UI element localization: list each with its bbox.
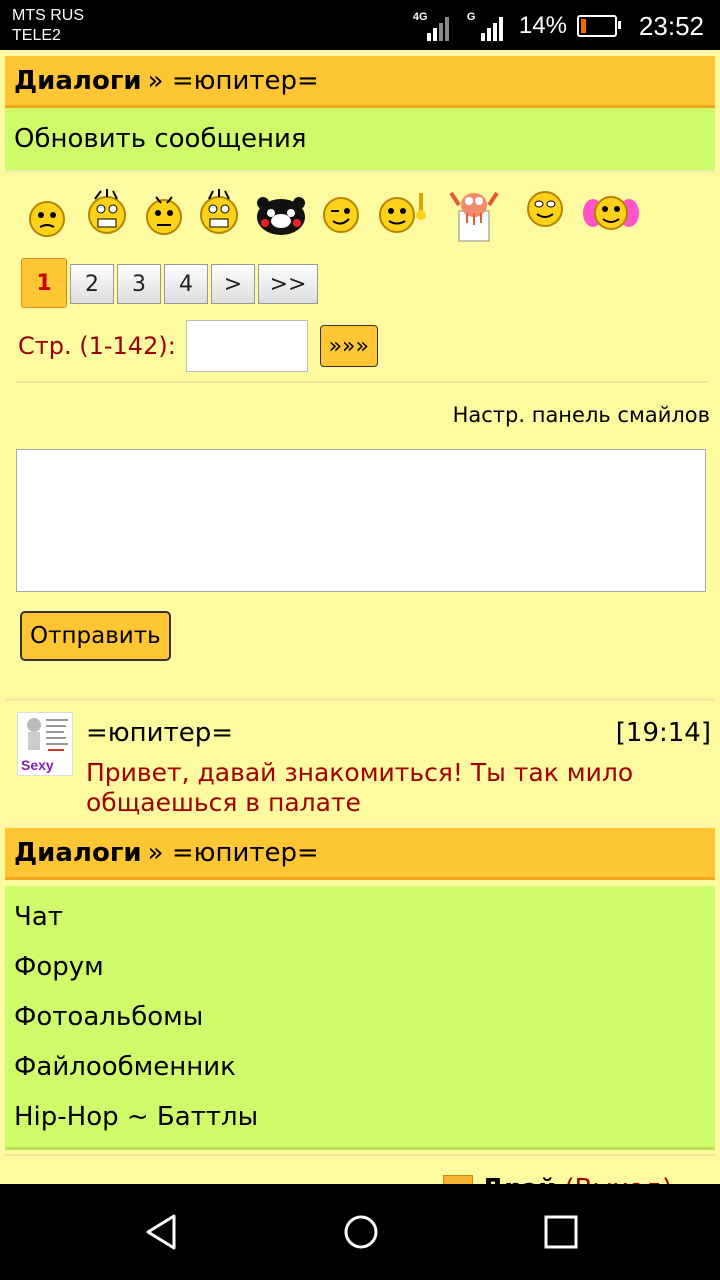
recents-icon[interactable] [541,1212,581,1252]
carrier-1: MTS RUS [12,7,84,24]
page-button-2[interactable]: 2 [70,264,114,304]
header-current: » =юпитер= [147,837,319,868]
smile-teeth-icon[interactable] [197,187,241,237]
battery-percent: 14% [518,12,567,39]
logout-link[interactable]: (Выход) [564,1174,672,1184]
message-time: [19:14] [615,718,711,748]
battery-icon [576,15,621,37]
smile-happy-icon[interactable] [525,189,565,229]
message-item: Sexy =юпитер= [19:14] Привет, давай знак… [5,702,715,822]
smile-pink-bow-icon[interactable] [583,193,639,233]
carrier-info: MTS RUS TELE2 [12,6,84,46]
page-content: Диалоги » =юпитер= Обновить сообщения 1 … [5,50,715,1184]
send-button[interactable]: Отправить [20,611,171,661]
smile-kumamon-icon[interactable] [253,195,309,239]
smile-zoidberg-icon[interactable] [445,185,503,243]
page-jump: Стр. (1-142): »»» [18,320,378,372]
pagination: 1 2 3 4 > >> [21,258,318,308]
page-button-4[interactable]: 4 [164,264,208,304]
page-jump-go-button[interactable]: »»» [319,325,378,367]
nav-item-forum[interactable]: Форум [5,942,715,992]
smile-confused-icon[interactable] [27,199,67,239]
footer: Дрэй (Выход) [5,1154,715,1184]
message-text: Привет, давай знакомиться! Ты так мило о… [86,758,634,817]
page-jump-label: Стр. (1-142): [18,332,176,360]
divider [16,381,708,383]
smiles-bar [5,173,715,251]
carrier-2: TELE2 [12,27,61,44]
refresh-messages-link[interactable]: Обновить сообщения [5,108,715,173]
home-icon[interactable] [341,1212,381,1252]
back-icon[interactable] [142,1212,182,1252]
nav-item-chat[interactable]: Чат [5,892,715,942]
page-next-button[interactable]: > [211,264,255,304]
user-icon [443,1175,473,1184]
nav-item-fileshare[interactable]: Файлообменник [5,1042,715,1092]
page-jump-input[interactable] [185,320,308,372]
page-button-3[interactable]: 3 [117,264,161,304]
smile-idea-icon[interactable] [377,189,433,237]
header-link-dialogs[interactable]: Диалоги [14,66,142,96]
divider [5,698,715,701]
nav-item-photoalbums[interactable]: Фотоальбомы [5,992,715,1042]
smile-angry-icon[interactable] [143,191,185,237]
status-bar: MTS RUS TELE2 4G G 14% 23:52 [0,0,720,50]
header-current: » =юпитер= [147,65,319,96]
signal-g-icon: G [465,11,509,41]
message-author[interactable]: =юпитер= [86,718,233,748]
header-link-dialogs[interactable]: Диалоги [14,838,142,868]
system-navigation-bar [0,1184,720,1280]
smile-wink-icon[interactable] [321,195,361,235]
message-textarea[interactable] [16,449,706,592]
smiles-panel-settings-link[interactable]: Настр. панель смайлов [453,403,710,427]
avatar[interactable]: Sexy [17,712,73,776]
page-header: Диалоги » =юпитер= [5,50,715,108]
clock: 23:52 [638,10,704,41]
page-last-button[interactable]: >> [258,264,318,304]
footer-username[interactable]: Дрэй [481,1174,556,1184]
page-button-current: 1 [21,258,67,308]
signal-4g-icon: 4G [411,11,455,41]
nav-item-hiphop-battles[interactable]: Hip-Hop ~ Баттлы [5,1092,715,1142]
smile-grin-icon[interactable] [85,187,129,237]
avatar-caption: Sexy [21,757,54,773]
site-navigation: Чат Форум Фотоальбомы Файлообменник Hip-… [5,886,715,1150]
page-header-bottom: Диалоги » =юпитер= [5,822,715,880]
